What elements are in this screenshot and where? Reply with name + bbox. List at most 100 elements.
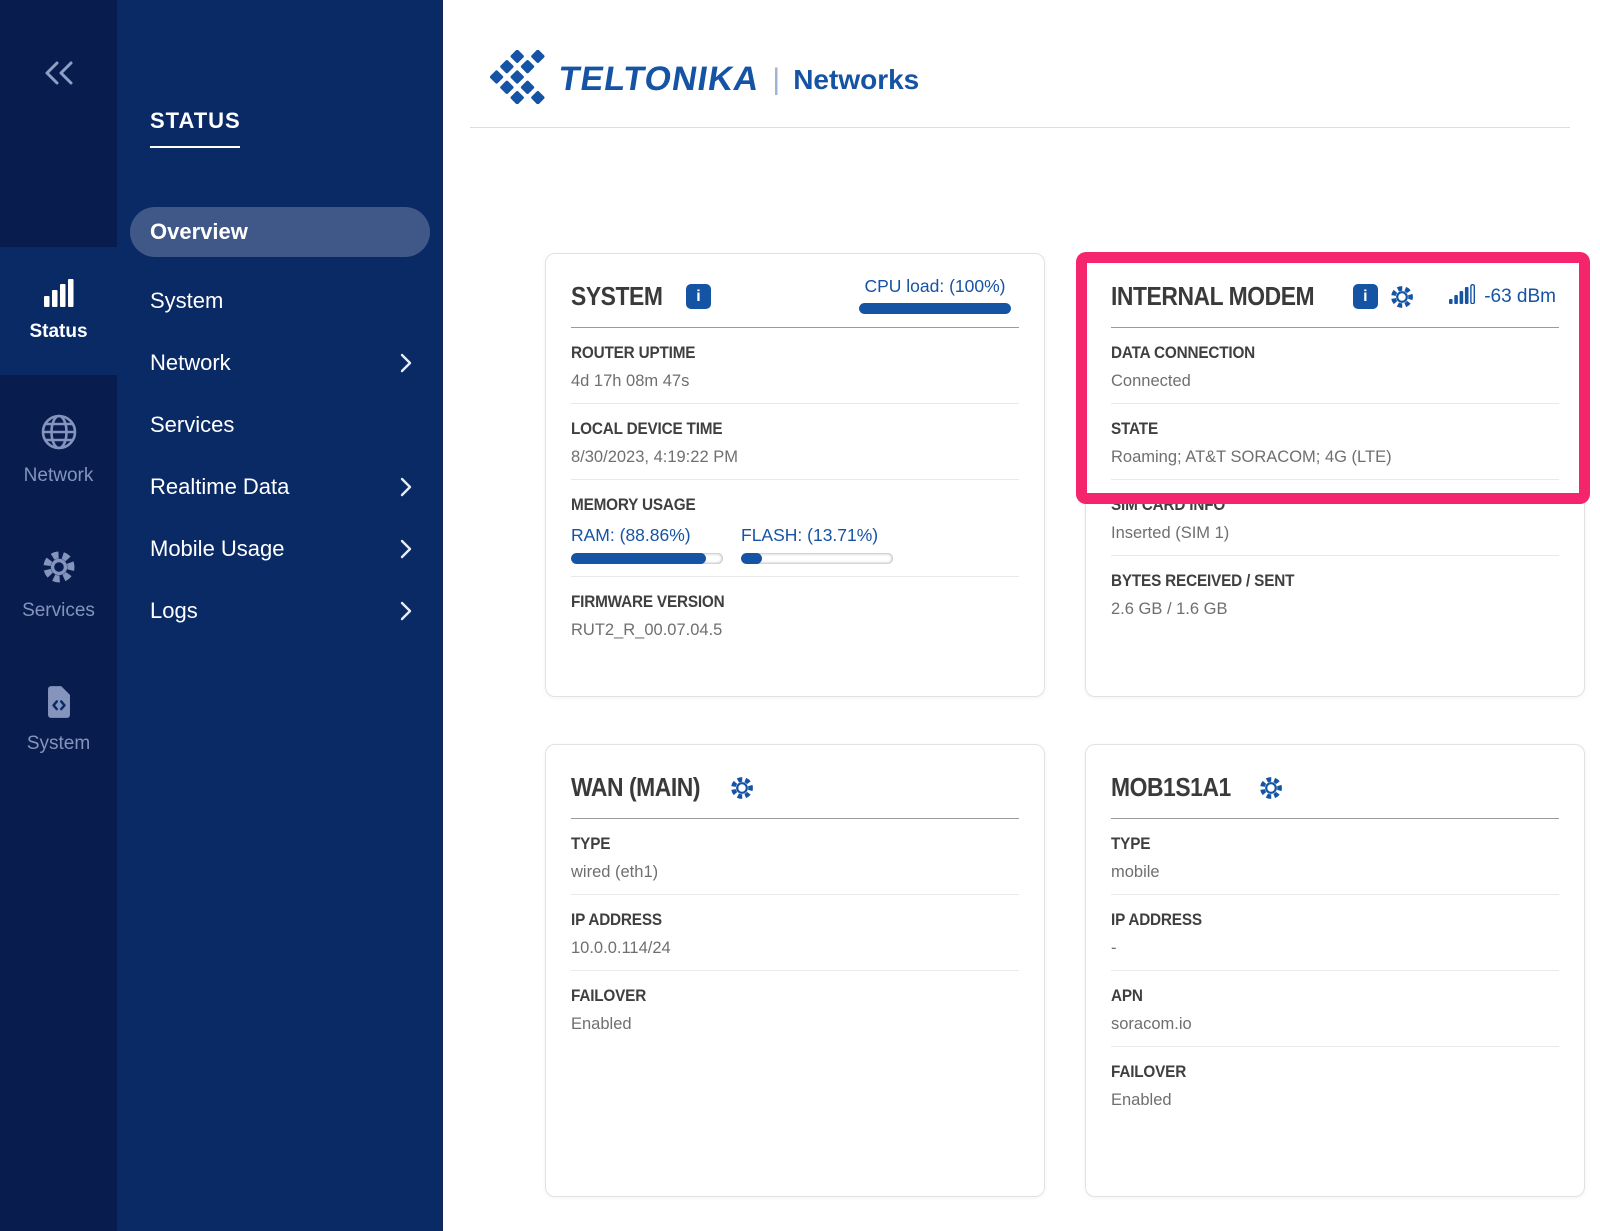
menu-item-logs[interactable]: Logs [130, 596, 430, 626]
gear-icon [40, 548, 78, 591]
field-bytes-received-sent: BYTES RECEIVED / SENT 2.6 GB / 1.6 GB [1111, 556, 1559, 631]
signal-dbm-value: -63 dBm [1484, 286, 1556, 308]
field-apn: APN soracom.io [1111, 971, 1559, 1047]
field-value: wired (eth1) [571, 863, 1019, 882]
ram-usage-label: RAM: (88.86%) [571, 525, 691, 545]
field-label: ROUTER UPTIME [571, 343, 974, 363]
field-label: DATA CONNECTION [1111, 343, 1514, 363]
menu-section-title: STATUS [150, 108, 241, 134]
sidebar-item-label: Status [29, 321, 87, 343]
main-content: TELTONIKA | Networks CPU load: (100%) SY… [443, 0, 1600, 1231]
field-label: BYTES RECEIVED / SENT [1111, 571, 1514, 591]
menu-item-mobile-usage[interactable]: Mobile Usage [130, 534, 430, 564]
field-label: MEMORY USAGE [571, 495, 974, 515]
brand-separator: | [772, 63, 780, 97]
status-menu-panel: STATUS Overview System Network Services … [117, 0, 443, 1231]
sidebar-item-system[interactable]: System [0, 672, 117, 768]
field-label: FIRMWARE VERSION [571, 592, 974, 612]
collapse-sidebar-button[interactable] [0, 52, 117, 98]
field-value: Roaming; AT&T SORACOM; 4G (LTE) [1111, 448, 1559, 467]
card-title: MOB1S1A1 [1111, 772, 1231, 803]
sidebar-item-label: Services [22, 600, 95, 622]
field-value: 2.6 GB / 1.6 GB [1111, 600, 1559, 619]
brand-wordmark: TELTONIKA [556, 60, 763, 99]
signal-strength-icon [1449, 284, 1476, 309]
cpu-load-widget[interactable]: CPU load: (100%) [854, 276, 1016, 314]
sidebar-item-status[interactable]: Status [0, 247, 117, 375]
cpu-load-label: CPU load: (100%) [864, 276, 1005, 296]
status-menu: Overview System Network Services Realtim… [117, 207, 443, 658]
wan-settings-gear-icon[interactable] [729, 775, 755, 801]
flash-usage-widget[interactable]: FLASH: (13.71%) [741, 525, 893, 564]
overview-cards-grid: CPU load: (100%) SYSTEM i ROUTER UPTIME … [545, 253, 1585, 1197]
card-title: SYSTEM [571, 281, 662, 312]
flash-usage-label: FLASH: (13.71%) [741, 525, 878, 545]
chevron-right-icon [400, 539, 412, 559]
mob1s1a1-card: MOB1S1A1 TYPE mobile [1085, 744, 1585, 1197]
chevron-right-icon [400, 601, 412, 621]
field-data-connection: DATA CONNECTION Connected [1111, 328, 1559, 404]
field-label: TYPE [571, 834, 974, 854]
sidebar-item-label: Network [24, 465, 94, 487]
system-card: CPU load: (100%) SYSTEM i ROUTER UPTIME … [545, 253, 1045, 697]
sidebar-item-network[interactable]: Network [0, 402, 117, 498]
teltonika-admin-page: Status Network Services [0, 0, 1600, 1231]
internal-modem-card: -63 dBm INTERNAL MODEM i [1085, 253, 1585, 697]
sidebar-item-services[interactable]: Services [0, 537, 117, 633]
ram-usage-bar-fill [571, 553, 706, 564]
globe-icon [40, 413, 78, 456]
menu-item-label: Overview [150, 219, 248, 245]
menu-item-network[interactable]: Network [130, 348, 430, 378]
card-title: WAN (MAIN) [571, 772, 700, 803]
wan-main-card: WAN (MAIN) TYPE wired (eth1) [545, 744, 1045, 1197]
menu-item-label: Logs [150, 598, 198, 624]
chevron-right-icon [400, 353, 412, 373]
signal-strength-widget[interactable]: -63 dBm [1449, 284, 1556, 309]
teltonika-logo-icon [490, 50, 546, 109]
field-type: TYPE wired (eth1) [571, 819, 1019, 895]
field-value: 4d 17h 08m 47s [571, 372, 1019, 391]
field-failover: FAILOVER Enabled [571, 971, 1019, 1046]
info-icon[interactable]: i [686, 284, 711, 309]
product-name: Networks [793, 64, 919, 96]
menu-title-underline [150, 146, 240, 148]
modem-settings-gear-icon[interactable] [1389, 284, 1415, 310]
cpu-load-bar-fill [859, 303, 1011, 314]
cpu-load-bar [859, 303, 1011, 314]
info-icon[interactable]: i [1353, 284, 1378, 309]
menu-item-overview[interactable]: Overview [130, 207, 430, 257]
menu-item-label: Services [150, 412, 234, 438]
field-sim-card-info: SIM CARD INFO Inserted (SIM 1) [1111, 480, 1559, 556]
header-divider [470, 127, 1570, 128]
menu-item-label: Mobile Usage [150, 536, 285, 562]
field-ip-address: IP ADDRESS - [1111, 895, 1559, 971]
menu-item-realtime-data[interactable]: Realtime Data [130, 472, 430, 502]
flash-usage-bar-fill [741, 553, 762, 564]
signal-bars-icon [43, 279, 75, 312]
field-label: FAILOVER [1111, 1062, 1514, 1082]
brand-header: TELTONIKA | Networks [490, 50, 919, 109]
field-state: STATE Roaming; AT&T SORACOM; 4G (LTE) [1111, 404, 1559, 480]
field-label: TYPE [1111, 834, 1514, 854]
field-label: SIM CARD INFO [1111, 495, 1514, 515]
field-label: STATE [1111, 419, 1514, 439]
field-value: Inserted (SIM 1) [1111, 524, 1559, 543]
field-label: LOCAL DEVICE TIME [571, 419, 974, 439]
mob-settings-gear-icon[interactable] [1258, 775, 1284, 801]
field-type: TYPE mobile [1111, 819, 1559, 895]
menu-item-label: Network [150, 350, 231, 376]
field-router-uptime: ROUTER UPTIME 4d 17h 08m 47s [571, 328, 1019, 404]
field-value: Enabled [571, 1015, 1019, 1034]
chevrons-left-icon [42, 60, 76, 91]
field-label: APN [1111, 986, 1514, 1006]
menu-item-label: Realtime Data [150, 474, 289, 500]
field-value: 8/30/2023, 4:19:22 PM [571, 448, 1019, 467]
menu-item-system[interactable]: System [130, 286, 430, 316]
ram-usage-widget[interactable]: RAM: (88.86%) [571, 525, 723, 564]
menu-item-services[interactable]: Services [130, 410, 430, 440]
sim-card-icon [44, 685, 74, 724]
field-label: FAILOVER [571, 986, 974, 1006]
field-label: IP ADDRESS [1111, 910, 1514, 930]
field-value: Enabled [1111, 1091, 1559, 1110]
field-firmware-version: FIRMWARE VERSION RUT2_R_00.07.04.5 [571, 577, 1019, 652]
